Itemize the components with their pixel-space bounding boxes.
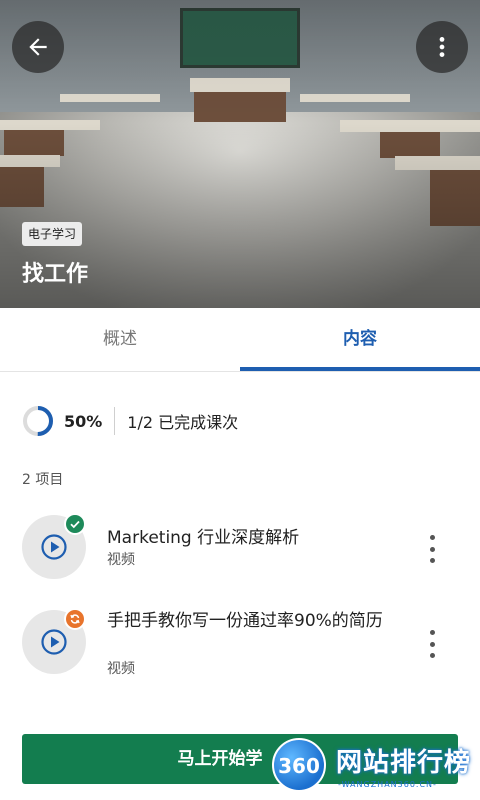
active-tab-indicator (240, 367, 480, 371)
list-item[interactable]: Marketing 行业深度解析 视频 (0, 513, 480, 585)
watermark-text: 网站排行榜 (336, 748, 472, 778)
tab-overview[interactable]: 概述 (0, 308, 240, 372)
divider (114, 407, 116, 435)
item-more-icon[interactable] (422, 535, 442, 563)
item-title: 手把手教你写一份通过率90%的简历 (107, 611, 383, 631)
course-type-badge: 电子学习 (22, 222, 83, 246)
course-title: 找工作 (22, 262, 89, 287)
tab-bar: 概述 内容 (0, 308, 480, 372)
play-circle-icon (41, 629, 67, 655)
completed-check-icon (64, 513, 86, 535)
items-count: 2 项目 (22, 472, 64, 488)
list-item[interactable]: 手把手教你写一份通过率90%的简历 视频 (0, 608, 480, 680)
completed-lessons: 1/2 已完成课次 (127, 413, 239, 432)
watermark-subtext: -WANGZHAN360.CN- (338, 780, 437, 789)
more-options-button[interactable] (416, 21, 468, 73)
tab-content[interactable]: 内容 (240, 308, 480, 372)
item-type: 视频 (107, 552, 135, 568)
item-thumbnail (22, 608, 86, 674)
progress-ring (23, 406, 53, 436)
play-circle-icon (41, 534, 67, 560)
course-progress: 50% 1/2 已完成课次 (22, 404, 238, 438)
in-progress-refresh-icon (64, 608, 86, 630)
item-more-icon[interactable] (422, 630, 442, 658)
item-title: Marketing 行业深度解析 (107, 528, 300, 548)
more-vertical-icon (439, 37, 445, 57)
progress-percent: 50% (64, 411, 103, 431)
item-thumbnail (22, 513, 86, 579)
item-type: 视频 (107, 661, 135, 677)
watermark-logo: 360 (272, 738, 326, 792)
watermark: 360 网站排行榜 -WANGZHAN360.CN- (272, 736, 480, 798)
back-button[interactable] (12, 21, 64, 73)
course-hero-image: 电子学习 找工作 (0, 0, 480, 308)
arrow-left-icon (29, 38, 47, 56)
